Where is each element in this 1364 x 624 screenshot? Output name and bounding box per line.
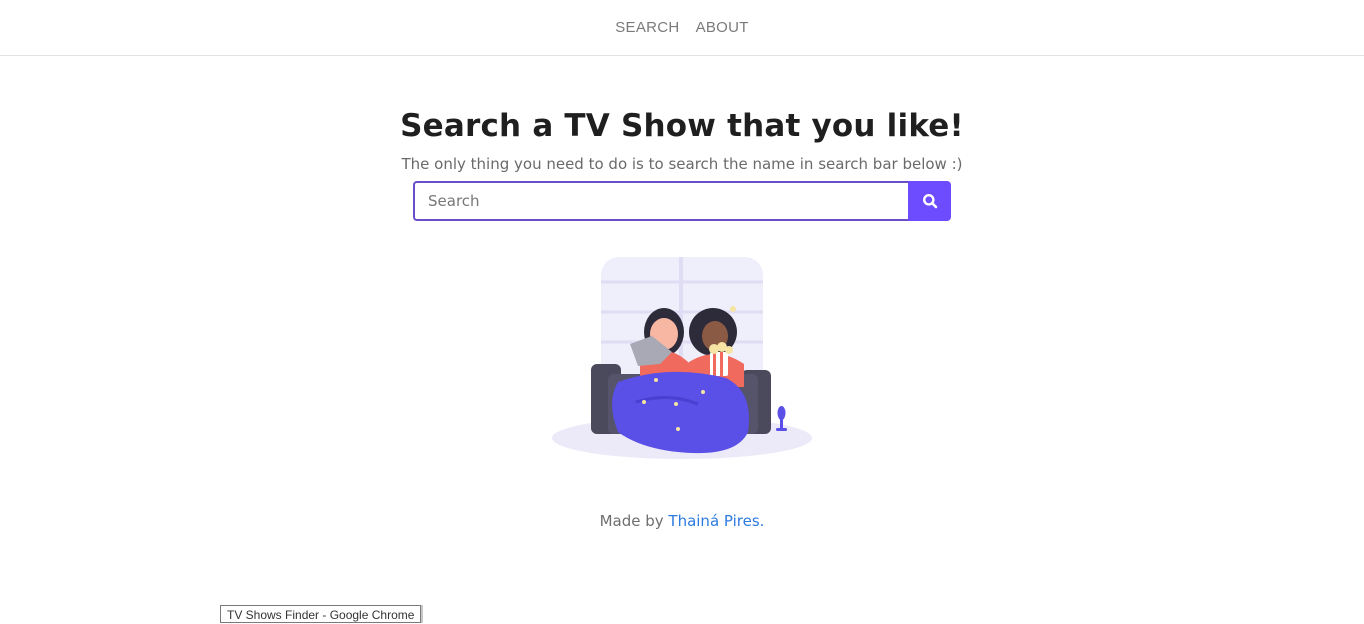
made-by-text: Made by [599, 512, 664, 530]
search-input[interactable] [413, 181, 908, 221]
search-button[interactable] [908, 181, 951, 221]
author-link[interactable]: Thainá Pires. [668, 512, 764, 530]
page-subtitle: The only thing you need to do is to sear… [401, 155, 963, 173]
search-bar [413, 181, 951, 221]
window-title-tooltip: TV Shows Finder - Google Chrome [220, 605, 422, 623]
nav-link-search[interactable]: SEARCH [615, 19, 679, 36]
page-title: Search a TV Show that you like! [400, 108, 964, 144]
search-icon [922, 194, 937, 209]
footer-credit: Made by Thainá Pires. [0, 512, 1364, 530]
top-navigation: SEARCH ABOUT [0, 0, 1364, 56]
people-watching-tv-illustration [552, 257, 812, 459]
nav-link-about[interactable]: ABOUT [696, 19, 749, 36]
